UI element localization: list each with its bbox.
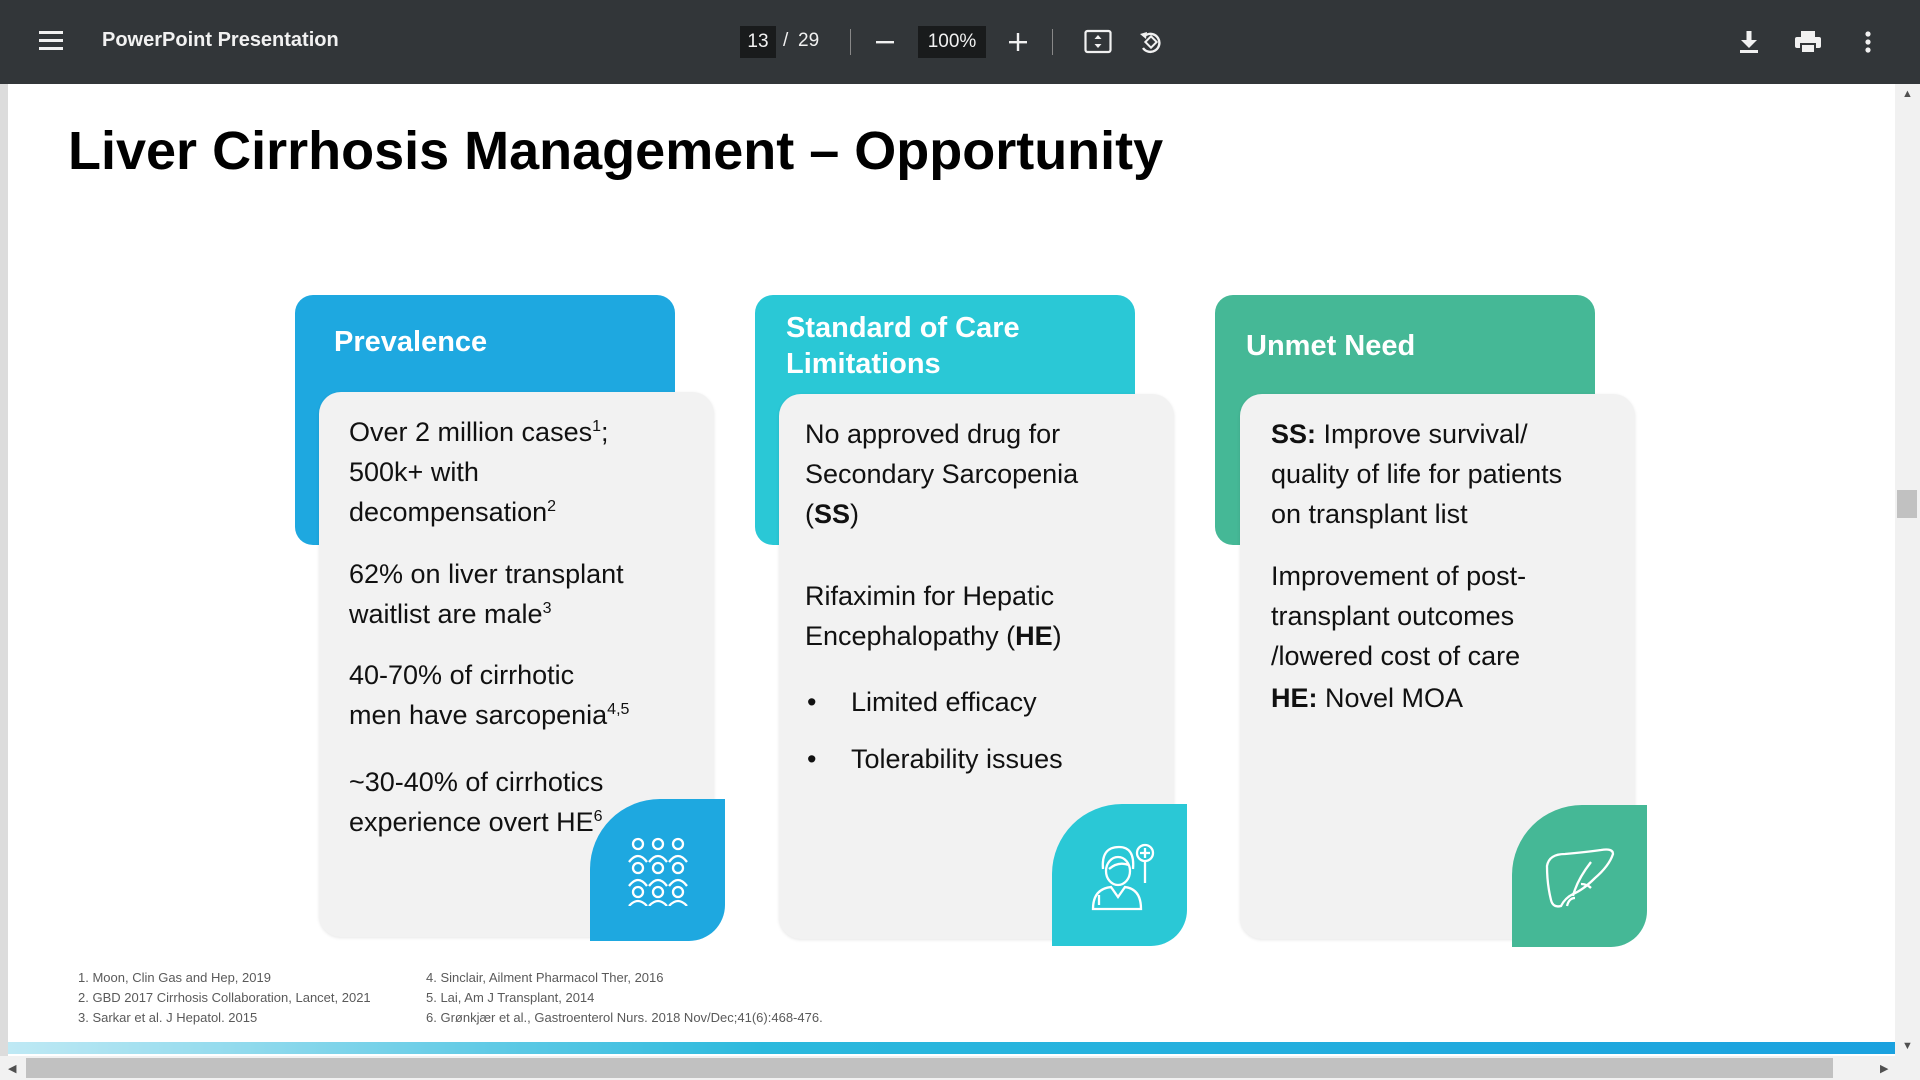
prevalence-line: decompensation2: [349, 497, 557, 527]
prevalence-line: 62% on liver transplant: [349, 559, 624, 589]
print-icon: [1795, 31, 1821, 54]
zoom-input[interactable]: [918, 26, 986, 58]
soc-bullet: • Limited efficacy: [807, 687, 1037, 717]
more-vert-icon: [1865, 31, 1871, 53]
footnote: 3. Sarkar et al. J Hepatol. 2015: [78, 1010, 258, 1025]
prevalence-text: 40-70% of cirrhotic men have sarcopenia4…: [349, 655, 709, 735]
footnote: 4. Sinclair, Ailment Pharmacol Ther, 201…: [426, 970, 664, 985]
liver-icon: [1545, 848, 1614, 908]
soc-line: No approved drug for: [805, 419, 1061, 449]
footnote: 6. Grønkjær et al., Gastroenterol Nurs. …: [426, 1010, 823, 1025]
scroll-up-arrow-icon[interactable]: ▲: [1902, 88, 1913, 100]
scroll-right-arrow-icon[interactable]: ▶: [1880, 1062, 1888, 1075]
fit-page-icon: [1084, 29, 1112, 54]
unmet-need-text: HE: Novel MOA: [1271, 678, 1631, 718]
prevalence-line: Over 2 million cases1;: [349, 417, 609, 447]
slide-title: Liver Cirrhosis Management – Opportunity: [68, 121, 1164, 181]
document-title: PowerPoint Presentation: [102, 29, 339, 51]
footnotes-left: 1. Moon, Clin Gas and Hep, 2019 2. GBD 2…: [78, 968, 371, 1028]
standard-of-care-card-title: Standard of Care Limitations: [786, 312, 1020, 380]
toolbar-divider: [1052, 29, 1053, 55]
zoom-out-button[interactable]: [867, 24, 903, 60]
prevalence-line: 500k+ with: [349, 457, 479, 487]
unmet-need-line: transplant outcomes: [1271, 601, 1515, 631]
unmet-need-line: on transplant list: [1271, 499, 1468, 529]
soc-line: Rifaximin for Hepatic: [805, 581, 1055, 611]
unmet-need-line: HE: Novel MOA: [1271, 683, 1464, 713]
slide-bottom-band: [8, 1042, 1895, 1054]
unmet-need-line: SS: Improve survival/: [1271, 419, 1528, 449]
soc-text: Rifaximin for Hepatic Encephalopathy (HE…: [805, 576, 1165, 656]
unmet-need-line: /lowered cost of care: [1271, 641, 1521, 671]
more-options-button[interactable]: [1850, 24, 1886, 60]
scroll-left-arrow-icon[interactable]: ◀: [8, 1062, 16, 1075]
menu-icon[interactable]: [36, 28, 66, 56]
soc-line: Secondary Sarcopenia: [805, 459, 1079, 489]
page-number-input[interactable]: [740, 26, 776, 58]
prevalence-text: 62% on liver transplant waitlist are mal…: [349, 554, 709, 634]
people-group-icon: [627, 837, 688, 906]
unmet-need-text: Improvement of post- transplant outcomes…: [1271, 556, 1631, 676]
rotate-icon: [1140, 32, 1161, 53]
toolbar-divider: [850, 29, 851, 55]
unmet-need-card-title: Unmet Need: [1246, 330, 1416, 362]
prevalence-card-title: Prevalence: [334, 326, 488, 358]
fit-to-page-button[interactable]: [1080, 24, 1116, 60]
rotate-button[interactable]: [1133, 24, 1169, 60]
zoom-in-button[interactable]: [1000, 24, 1036, 60]
unmet-need-corner: [1512, 805, 1647, 947]
soc-line: (SS): [805, 499, 860, 529]
pdf-toolbar: PowerPoint Presentation / 29: [0, 0, 1920, 84]
footnotes-right: 4. Sinclair, Ailment Pharmacol Ther, 201…: [426, 968, 823, 1028]
soc-bullet: • Tolerability issues: [807, 744, 1063, 774]
prevalence-line: 40-70% of cirrhotic: [349, 660, 575, 690]
prevalence-line: waitlist are male3: [349, 599, 552, 629]
soc-line: Encephalopathy (HE): [805, 621, 1062, 651]
prevalence-corner: [590, 799, 725, 941]
doctor-icon: [1091, 843, 1154, 911]
footnote: 5. Lai, Am J Transplant, 2014: [426, 990, 595, 1005]
page-total: 29: [798, 30, 820, 51]
unmet-need-line: Improvement of post-: [1271, 561, 1527, 591]
unmet-need-text: SS: Improve survival/ quality of life fo…: [1271, 414, 1631, 534]
print-button[interactable]: [1790, 24, 1826, 60]
horizontal-scrollbar-thumb[interactable]: [26, 1058, 1833, 1078]
footnote: 1. Moon, Clin Gas and Hep, 2019: [78, 970, 271, 985]
footnote: 2. GBD 2017 Cirrhosis Collaboration, Lan…: [78, 990, 371, 1005]
standard-of-care-corner: [1052, 804, 1187, 946]
prevalence-line: ~30-40% of cirrhotics: [349, 767, 604, 797]
vertical-scrollbar[interactable]: [1895, 84, 1920, 1056]
soc-text: No approved drug for Secondary Sarcopeni…: [805, 414, 1165, 534]
unmet-need-line: quality of life for patients: [1271, 459, 1563, 489]
prevalence-line: men have sarcopenia4,5: [349, 700, 630, 730]
page-separator: /: [783, 30, 789, 51]
vertical-scrollbar-thumb[interactable]: [1897, 490, 1917, 518]
viewport-left-edge: [0, 84, 8, 1080]
scroll-down-arrow-icon[interactable]: ▼: [1902, 1040, 1913, 1052]
download-icon: [1740, 31, 1758, 53]
plus-icon: [1009, 33, 1027, 51]
document-viewport: Liver Cirrhosis Management – Opportunity…: [0, 84, 1920, 1080]
download-button[interactable]: [1731, 24, 1767, 60]
minus-icon: [876, 41, 894, 44]
prevalence-text: Over 2 million cases1; 500k+ with decomp…: [349, 412, 709, 532]
